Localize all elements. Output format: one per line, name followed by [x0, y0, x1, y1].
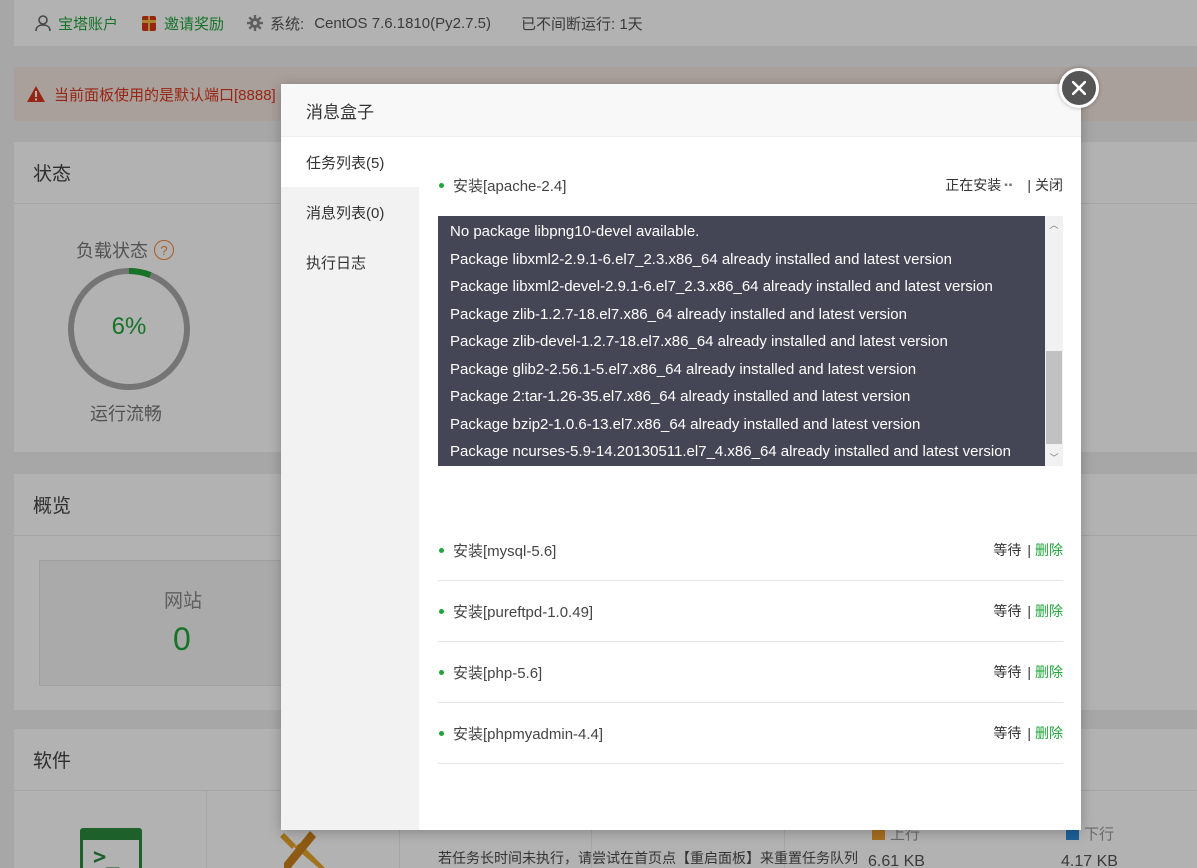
- task-queue-hint: 若任务长时间未执行，请尝试在首页点【重启面板】来重置任务队列: [438, 850, 858, 866]
- queued-task-row: 安装[pureftpd-1.0.49] 等待 | 删除: [438, 581, 1063, 642]
- modal-header: 消息盒子: [281, 84, 1081, 137]
- task-status: 等待: [993, 725, 1022, 741]
- scroll-up-icon[interactable]: ︿: [1045, 216, 1063, 233]
- delete-task-button[interactable]: 删除: [1035, 662, 1063, 682]
- task-status: 等待: [993, 542, 1022, 558]
- task-status: 正在安装: [945, 177, 1002, 193]
- task-name: 安装[apache-2.4]: [453, 177, 567, 195]
- scrollbar-thumb[interactable]: [1046, 351, 1062, 444]
- task-name: 安装[mysql-5.6]: [453, 542, 557, 560]
- console-line: Package libxml2-devel-2.9.1-6.el7_2.3.x8…: [450, 278, 993, 295]
- task-bullet: [439, 730, 444, 736]
- queued-task-row: 安装[phpmyadmin-4.4] 等待 | 删除: [438, 703, 1063, 764]
- tab-message-list[interactable]: 消息列表(0): [281, 187, 419, 237]
- delete-task-button[interactable]: 删除: [1035, 601, 1063, 621]
- delete-task-button[interactable]: 删除: [1035, 540, 1063, 560]
- tab-task-list[interactable]: 任务列表(5): [281, 137, 419, 187]
- console-line: Package zlib-devel-1.2.7-18.el7.x86_64 a…: [450, 333, 948, 350]
- tab-execution-log[interactable]: 执行日志: [281, 237, 419, 287]
- current-task: 安装[apache-2.4] 正在安装 ▪▪ | 关闭: [438, 175, 1063, 195]
- queued-task-row: 安装[php-5.6] 等待 | 删除: [438, 642, 1063, 703]
- task-actions: 等待 | 删除: [993, 601, 1063, 621]
- console-line: Package 2:tar-1.26-35.el7.x86_64 already…: [450, 388, 911, 405]
- task-actions: 等待 | 删除: [993, 723, 1063, 743]
- task-bullet: [439, 669, 444, 675]
- task-name: 安装[pureftpd-1.0.49]: [453, 603, 594, 621]
- task-bullet: [439, 182, 444, 188]
- task-list-content: 安装[apache-2.4] 正在安装 ▪▪ | 关闭 No package l…: [438, 137, 1063, 866]
- console-scrollbar[interactable]: ︿ ﹀: [1045, 216, 1063, 466]
- task-bullet: [439, 547, 444, 553]
- modal-title: 消息盒子: [306, 102, 374, 122]
- task-actions: 等待 | 删除: [993, 662, 1063, 682]
- separator: |: [1027, 664, 1031, 680]
- separator: |: [1027, 725, 1031, 741]
- close-icon: [1072, 81, 1086, 95]
- task-status: 等待: [993, 664, 1022, 680]
- task-name: 安装[php-5.6]: [453, 664, 543, 682]
- console-line: Package bzip2-1.0.6-13.el7.x86_64 alread…: [450, 415, 921, 433]
- queued-task-row: 安装[mysql-5.6] 等待 | 删除: [438, 520, 1063, 581]
- separator: |: [1027, 542, 1031, 558]
- console-line: Package zlib-1.2.7-18.el7.x86_64 already…: [450, 305, 907, 323]
- task-bullet: [439, 608, 444, 614]
- close-task-button[interactable]: 关闭: [1035, 175, 1063, 195]
- console-line: Package glib2-2.56.1-5.el7.x86_64 alread…: [450, 360, 917, 378]
- message-box-modal: 消息盒子 任务列表(5) 消息列表(0) 执行日志 安装[apache-2.4]…: [281, 84, 1081, 866]
- separator: |: [1027, 603, 1031, 619]
- separator: |: [1027, 177, 1031, 193]
- console-line: Package ncurses-5.9-14.20130511.el7_4.x8…: [450, 443, 1011, 460]
- close-modal-button[interactable]: [1059, 68, 1099, 108]
- task-actions: 等待 | 删除: [993, 540, 1063, 560]
- scroll-down-icon[interactable]: ﹀: [1045, 449, 1063, 466]
- task-status: 等待: [993, 603, 1022, 619]
- loading-icon: ▪▪: [1004, 179, 1014, 191]
- modal-sidebar: 任务列表(5) 消息列表(0) 执行日志: [281, 137, 419, 830]
- delete-task-button[interactable]: 删除: [1035, 723, 1063, 743]
- console-output: No package libpng10-devel available. Pack…: [438, 216, 1063, 466]
- console-line: Package libxml2-2.9.1-6.el7_2.3.x86_64 a…: [450, 250, 952, 268]
- task-name: 安装[phpmyadmin-4.4]: [453, 725, 604, 743]
- task-actions: 正在安装 ▪▪ | 关闭: [945, 175, 1063, 195]
- console-line: No package libpng10-devel available.: [450, 223, 700, 240]
- install-console[interactable]: No package libpng10-devel available. Pack…: [438, 216, 1063, 466]
